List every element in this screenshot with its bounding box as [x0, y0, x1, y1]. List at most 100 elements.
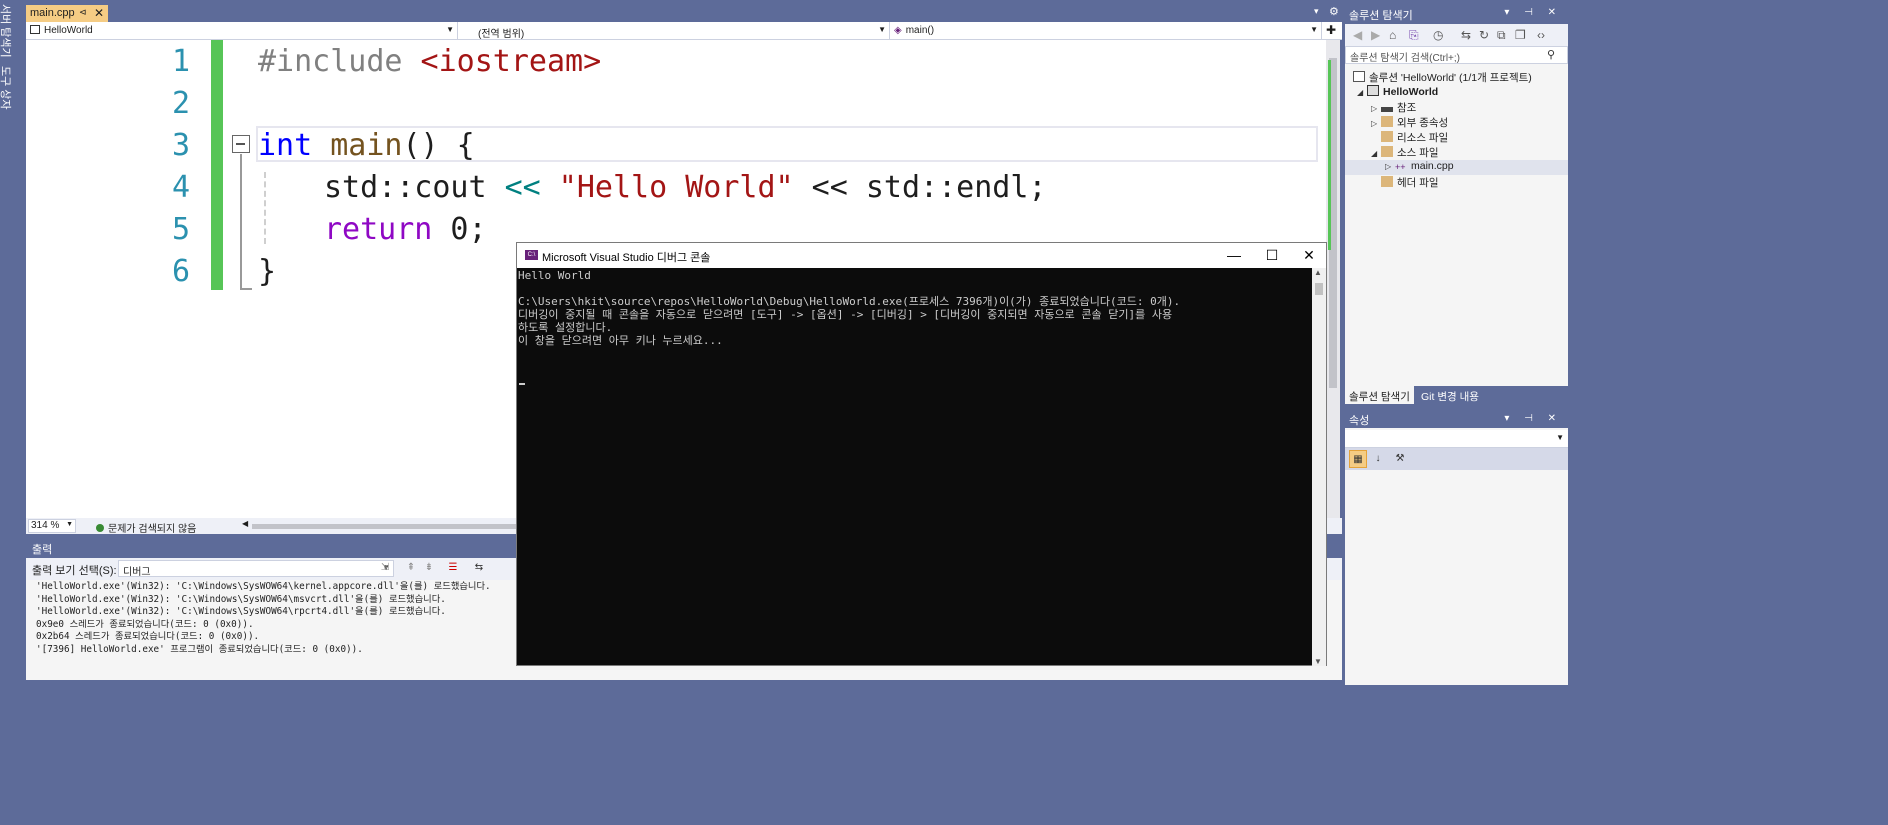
- tab-main-cpp[interactable]: main.cpp ⊲ ✕: [26, 5, 108, 22]
- console-output[interactable]: Hello World C:\Users\hkit\source\repos\He…: [517, 268, 1313, 666]
- output-line: 'HelloWorld.exe'(Win32): 'C:\Windows\Sys…: [36, 606, 446, 617]
- console-line: 디버깅이 중지될 때 콘솔을 자동으로 닫으려면 [도구] -> [옵션] ->…: [518, 308, 1173, 321]
- next-message-icon[interactable]: ⇟: [422, 562, 436, 576]
- maximize-button[interactable]: ☐: [1253, 243, 1291, 268]
- editor-vertical-scrollbar[interactable]: [1326, 40, 1340, 518]
- categorized-icon[interactable]: ▦: [1349, 450, 1367, 468]
- scroll-up-icon[interactable]: ▲: [1314, 268, 1322, 277]
- back-icon[interactable]: ◀: [1353, 28, 1362, 42]
- tree-item-external-dependencies[interactable]: ▷ 외부 종속성: [1371, 115, 1448, 130]
- scroll-down-icon[interactable]: ▼: [1314, 657, 1322, 666]
- tree-item-main-cpp[interactable]: ▷ ++ main.cpp: [1345, 160, 1568, 175]
- pin-icon[interactable]: ⊲: [79, 7, 87, 18]
- switch-views-icon[interactable]: ⎘: [1409, 28, 1419, 43]
- alphabetical-icon[interactable]: ↓: [1369, 450, 1387, 468]
- properties-title: 속성 ▾ ⊣ ✕: [1345, 410, 1568, 428]
- collapsed-icon[interactable]: ▷: [1371, 104, 1381, 113]
- output-text: 'HelloWorld.exe'(Win32): 'C:\Windows\Sys…: [36, 581, 491, 656]
- tree-item-label: 참조: [1397, 102, 1417, 114]
- tree-item-project[interactable]: ◢ HelloWorld: [1357, 85, 1438, 100]
- punctuation-token: }: [258, 254, 277, 289]
- code-line-6: }: [258, 254, 276, 289]
- tree-item-solution[interactable]: 솔루션 'HelloWorld' (1/1개 프로젝트): [1353, 70, 1532, 85]
- method-icon: ◈: [894, 25, 902, 36]
- tab-label: main.cpp: [30, 7, 75, 19]
- home-icon[interactable]: ⌂: [1389, 28, 1396, 42]
- console-title-bar[interactable]: C:\ Microsoft Visual Studio 디버그 콘솔 — ☐ ✕: [517, 243, 1326, 268]
- toolbox-label: 도구 상자: [0, 66, 11, 110]
- minimize-button[interactable]: —: [1215, 243, 1253, 268]
- folder-icon: [1381, 131, 1393, 142]
- expanded-icon[interactable]: ◢: [1357, 88, 1367, 97]
- tab-git-changes[interactable]: Git 변경 내용: [1417, 386, 1483, 404]
- output-source-value: 디버그: [123, 567, 151, 578]
- collapse-icon[interactable]: [232, 135, 250, 153]
- code-line-3: int main() {: [258, 128, 475, 163]
- tree-item-resource-files[interactable]: 리소스 파일: [1381, 130, 1448, 145]
- line-number: 1: [171, 44, 190, 79]
- property-pages-icon[interactable]: ⚒: [1391, 450, 1409, 468]
- solution-explorer-title-text: 솔루션 탐색기: [1349, 10, 1413, 22]
- solution-explorer-title: 솔루션 탐색기 ▾ ⊣ ✕: [1345, 4, 1568, 24]
- solution-icon: [1353, 71, 1365, 82]
- member-combo[interactable]: ◈ main() ▼: [890, 22, 1322, 40]
- chevron-down-icon: ▼: [878, 25, 886, 34]
- tab-solution-explorer[interactable]: 솔루션 탐색기: [1345, 386, 1414, 404]
- project-combo[interactable]: HelloWorld ▼: [26, 22, 458, 40]
- output-source-select[interactable]: 디버그 ▼: [118, 560, 394, 578]
- solution-search-input[interactable]: 솔루션 탐색기 검색(Ctrl+;) ⚲: [1345, 46, 1568, 64]
- scroll-thumb[interactable]: [1315, 283, 1323, 295]
- properties-title-text: 속성: [1349, 415, 1370, 427]
- issues-indicator[interactable]: 문제가 검색되지 않음: [96, 520, 196, 535]
- collapsed-icon[interactable]: ▷: [1371, 119, 1381, 128]
- refresh-icon[interactable]: ↻: [1479, 28, 1489, 42]
- zoom-combo[interactable]: 314 % ▼: [28, 519, 76, 533]
- debug-console-window[interactable]: C:\ Microsoft Visual Studio 디버그 콘솔 — ☐ ✕…: [516, 242, 1327, 666]
- window-controls[interactable]: ▾ ⊣ ✕: [1504, 7, 1562, 18]
- fold-guide-end: [240, 288, 252, 290]
- sync-icon[interactable]: ⇆: [1461, 28, 1471, 42]
- pending-changes-filter-icon[interactable]: ◷: [1433, 28, 1443, 42]
- scroll-change-marker: [1328, 60, 1331, 250]
- output-line: 0x9e0 스레드가 종료되었습니다(코드: 0 (0x0)).: [36, 618, 254, 630]
- tab-overflow-icon[interactable]: ▾: [1314, 6, 1319, 17]
- scroll-thumb[interactable]: [252, 524, 522, 529]
- tree-item-references[interactable]: ▷ 참조: [1371, 100, 1416, 115]
- collapsed-icon[interactable]: ▷: [1385, 162, 1395, 171]
- console-app-icon: C:\: [525, 250, 538, 260]
- line-number: 2: [171, 86, 190, 121]
- word-wrap-icon[interactable]: ⇆: [472, 562, 486, 576]
- close-tab-icon[interactable]: ✕: [94, 6, 104, 20]
- properties-object-select[interactable]: ▼: [1345, 430, 1568, 448]
- settings-icon[interactable]: ⚙: [1329, 5, 1339, 18]
- tree-item-header-files[interactable]: 헤더 파일: [1381, 175, 1439, 190]
- scope-combo[interactable]: (전역 범위) ▼: [458, 22, 890, 40]
- show-all-files-icon[interactable]: ❐: [1515, 28, 1526, 42]
- expanded-icon[interactable]: ◢: [1371, 149, 1381, 158]
- toolbox-tab[interactable]: 도구 상자: [0, 66, 26, 116]
- forward-icon[interactable]: ▶: [1371, 28, 1380, 42]
- find-message-icon[interactable]: ⇲: [378, 562, 392, 576]
- line-number: 5: [171, 212, 190, 247]
- collapse-all-icon[interactable]: ⧉: [1497, 28, 1506, 43]
- chevron-down-icon: ▼: [446, 25, 454, 34]
- console-scrollbar[interactable]: ▲ ▼: [1312, 268, 1326, 666]
- previous-message-icon[interactable]: ⇞: [404, 562, 418, 576]
- code-line-1: #include <iostream>: [258, 44, 601, 79]
- server-explorer-tab[interactable]: 서버 탐색기: [0, 4, 26, 64]
- navigation-bar: HelloWorld ▼ (전역 범위) ▼ ◈ main() ▼ ✚: [26, 22, 1342, 40]
- close-button[interactable]: ✕: [1290, 243, 1328, 268]
- scroll-left-icon[interactable]: ◀: [242, 519, 248, 528]
- keyword-token: return: [324, 212, 433, 247]
- clear-all-icon[interactable]: ☰: [446, 562, 460, 576]
- editor-horizontal-scrollbar[interactable]: ◀: [242, 519, 522, 531]
- change-tracking-bar: [211, 40, 223, 290]
- preview-icon[interactable]: ‹›: [1537, 28, 1545, 42]
- chevron-down-icon: ▼: [1310, 25, 1318, 34]
- tree-item-source-files[interactable]: ◢ 소스 파일: [1371, 145, 1439, 160]
- line-number: 6: [171, 254, 190, 289]
- literal-token: 0;: [432, 212, 487, 247]
- split-editor-icon[interactable]: ✚: [1326, 23, 1336, 37]
- window-controls[interactable]: ▾ ⊣ ✕: [1504, 413, 1562, 424]
